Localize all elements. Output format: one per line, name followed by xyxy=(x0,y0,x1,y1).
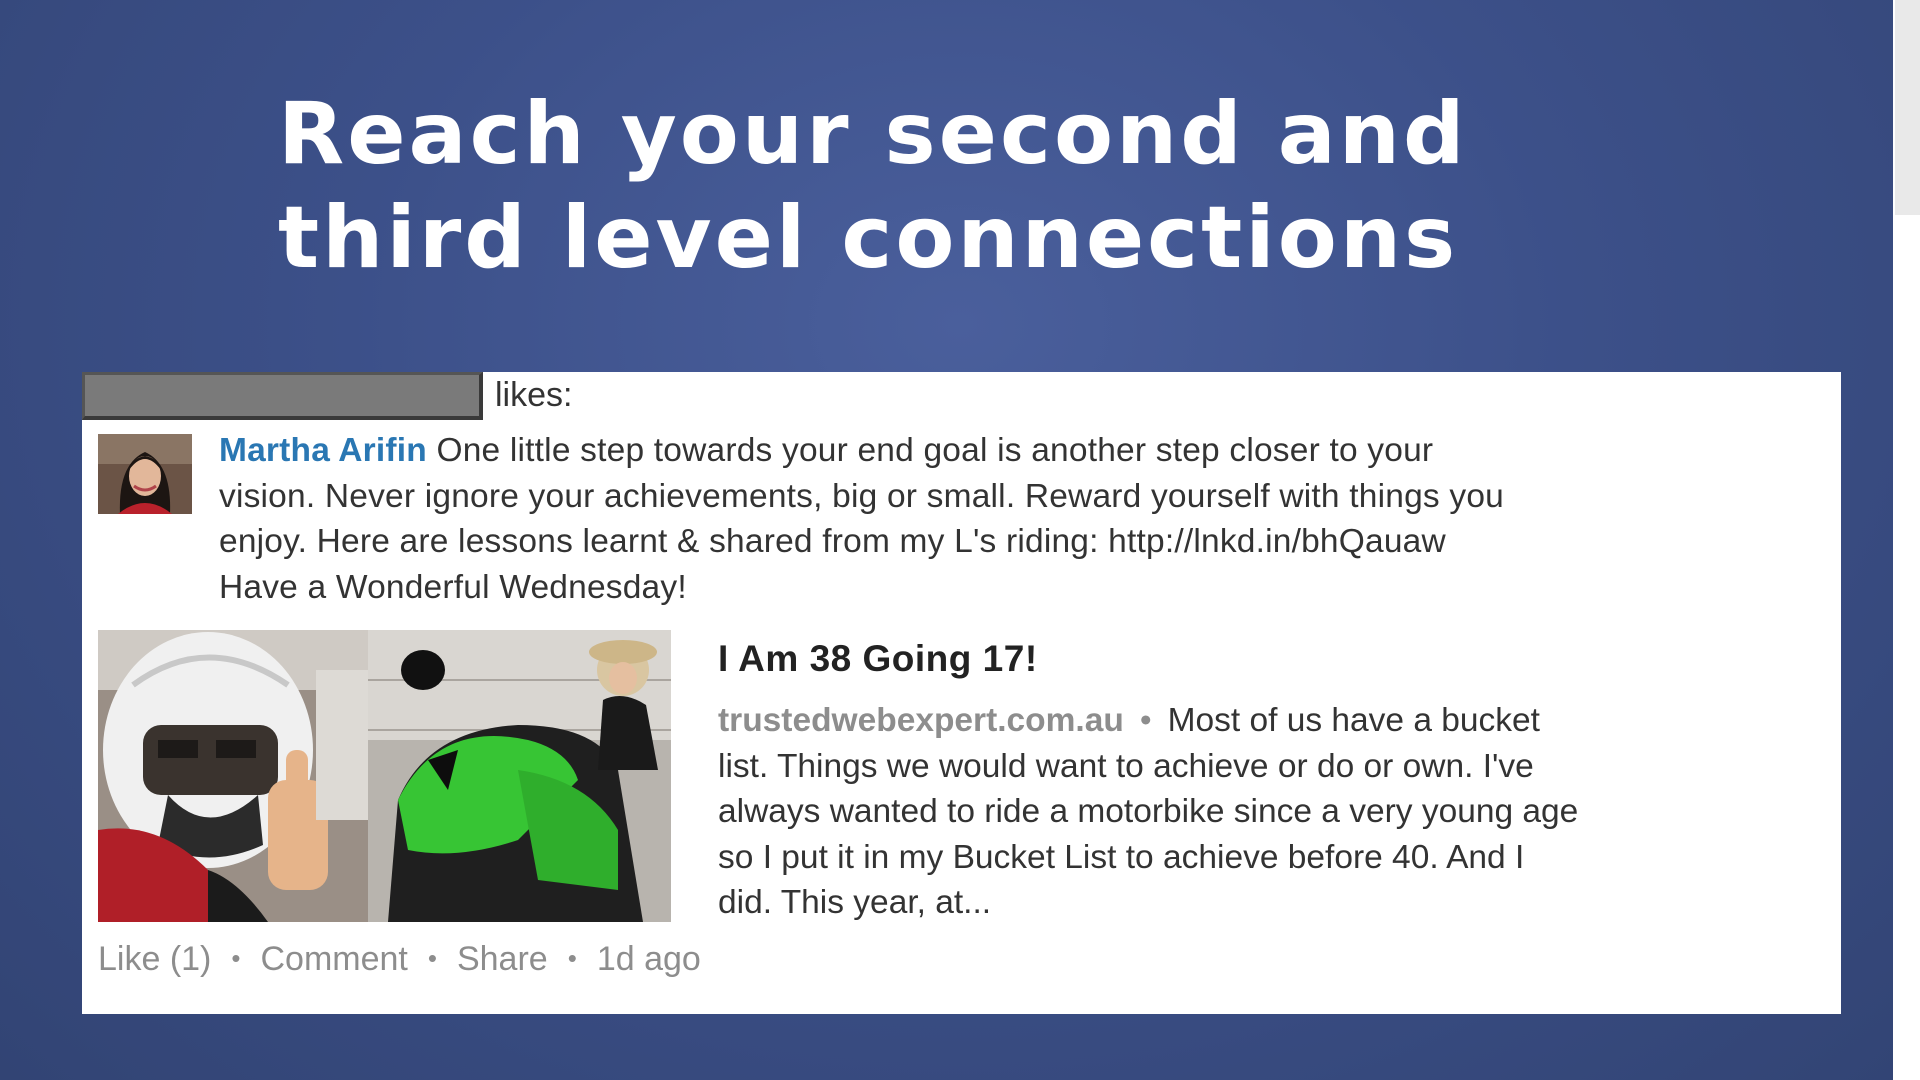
article-desc-line-5: did. This year, at... xyxy=(718,884,992,921)
linkedin-post-card: likes: Martha Arifin One little step tow… xyxy=(82,372,1841,1014)
article-title[interactable]: I Am 38 Going 17! xyxy=(718,630,1828,684)
article-desc-line-3: always wanted to ride a motorbike since … xyxy=(718,793,1579,830)
likes-row: likes: xyxy=(82,372,1841,422)
shared-article[interactable]: I Am 38 Going 17! trustedwebexpert.com.a… xyxy=(718,630,1828,926)
slide-title-line-2: third level connections xyxy=(278,188,1459,288)
slide-title-line-1: Reach your second and xyxy=(278,84,1468,184)
post-timestamp: 1d ago xyxy=(596,940,701,978)
post-text-line-4: Have a Wonderful Wednesday! xyxy=(219,568,687,606)
like-button[interactable]: Like (1) xyxy=(98,940,211,978)
likes-label: likes: xyxy=(495,376,573,414)
article-desc-text: Most of us have a bucket xyxy=(1167,702,1540,739)
post-text-line-1: Martha Arifin One little step towards yo… xyxy=(219,428,1819,474)
article-thumbnail[interactable] xyxy=(98,630,671,922)
article-desc-line-4: so I put it in my Bucket List to achieve… xyxy=(718,838,1525,876)
slide-title: Reach your second and third level connec… xyxy=(278,82,1728,290)
article-desc-line-2: list. Things we would want to achieve or… xyxy=(718,747,1534,785)
post-text-line-2: vision. Never ignore your achievements, … xyxy=(219,477,1504,515)
scrollbar[interactable] xyxy=(1893,0,1920,1080)
share-button[interactable]: Share xyxy=(457,940,548,978)
article-description: trustedwebexpert.com.au • Most of us have … xyxy=(718,698,1828,926)
motorbike-photo-icon xyxy=(98,630,671,922)
scrollbar-thumb[interactable] xyxy=(1895,0,1920,215)
avatar-photo-icon xyxy=(98,434,192,514)
post-actions-bar: Like (1) • Comment • Share • 1d ago xyxy=(98,940,701,979)
post-text-line-3: enjoy. Here are lessons learnt & shared … xyxy=(219,523,1446,560)
post-body: Martha Arifin One little step towards yo… xyxy=(219,428,1819,610)
author-avatar[interactable] xyxy=(98,434,192,514)
separator-dot: • xyxy=(427,943,437,973)
redacted-name-box xyxy=(82,372,483,420)
article-desc-line-1: trustedwebexpert.com.au • Most of us have … xyxy=(718,698,1828,744)
article-source-domain: trustedwebexpert.com.au xyxy=(718,702,1124,739)
author-name-link[interactable]: Martha Arifin xyxy=(219,432,427,469)
comment-button[interactable]: Comment xyxy=(260,940,407,978)
separator-dot: • xyxy=(1139,702,1152,739)
post-text-segment: One little step towards your end goal is… xyxy=(426,432,1434,469)
separator-dot: • xyxy=(567,943,577,973)
separator-dot: • xyxy=(231,943,241,973)
